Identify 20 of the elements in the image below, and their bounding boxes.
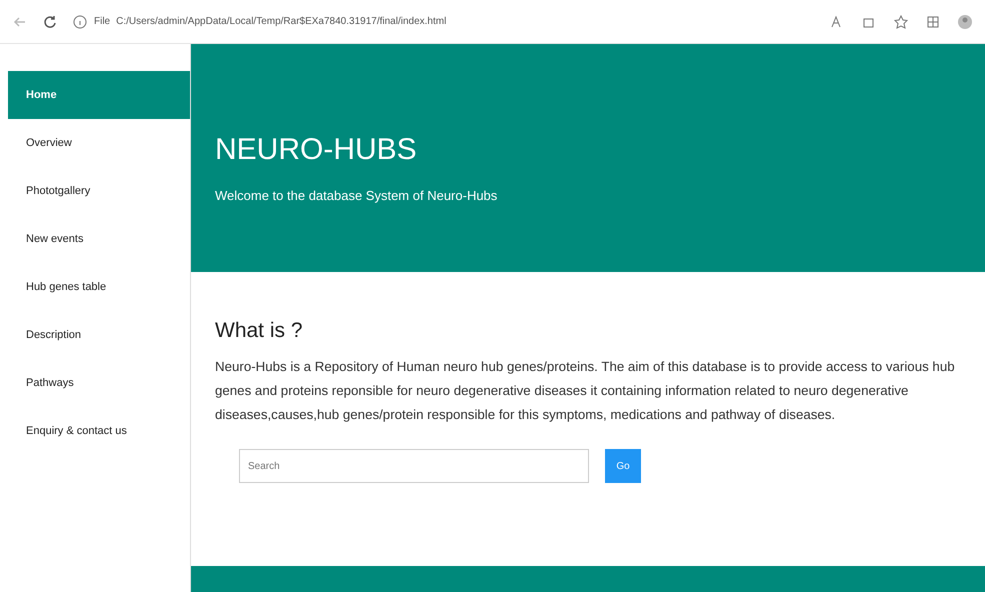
file-label: File <box>94 15 110 29</box>
refresh-icon[interactable] <box>42 14 58 30</box>
sidebar-item[interactable]: New events <box>8 215 190 263</box>
sidebar-item[interactable]: Overview <box>8 119 190 167</box>
info-icon[interactable] <box>72 14 88 30</box>
star-icon[interactable] <box>893 14 909 30</box>
sidebar-item[interactable]: Phototgallery <box>8 167 190 215</box>
address-bar[interactable]: C:/Users/admin/AppData/Local/Temp/Rar$EXa7840.31917/final/index.html <box>116 14 446 29</box>
sidebar-item[interactable]: Description <box>8 311 190 359</box>
description-text: Neuro-Hubs is a Repository of Human neuro hub genes/proteins. The aim of this database is to provide access to various hub genes and proteins reponsible for neuro degenerative diseases it containing information related to neuro degenerative diseases,causes,hub genes/protein responsible for this symptoms, medications and pathway of diseases. <box>215 358 956 424</box>
sidebar-item[interactable]: Enquiry & contact us <box>8 407 190 455</box>
section-heading: What is ? <box>215 318 304 344</box>
search-field[interactable]: Search <box>239 449 589 484</box>
sidebar-item[interactable]: Pathways <box>8 359 190 407</box>
profile-icon[interactable] <box>957 14 973 30</box>
sidebar-item[interactable]: Hub genes table <box>8 263 190 311</box>
site-subtitle: Welcome to the database System of Neuro-Hubs <box>215 187 498 205</box>
sidebar-item[interactable]: Home <box>8 71 190 119</box>
site-title: NEURO-HUBS <box>215 132 418 168</box>
collections-icon[interactable] <box>925 14 941 30</box>
